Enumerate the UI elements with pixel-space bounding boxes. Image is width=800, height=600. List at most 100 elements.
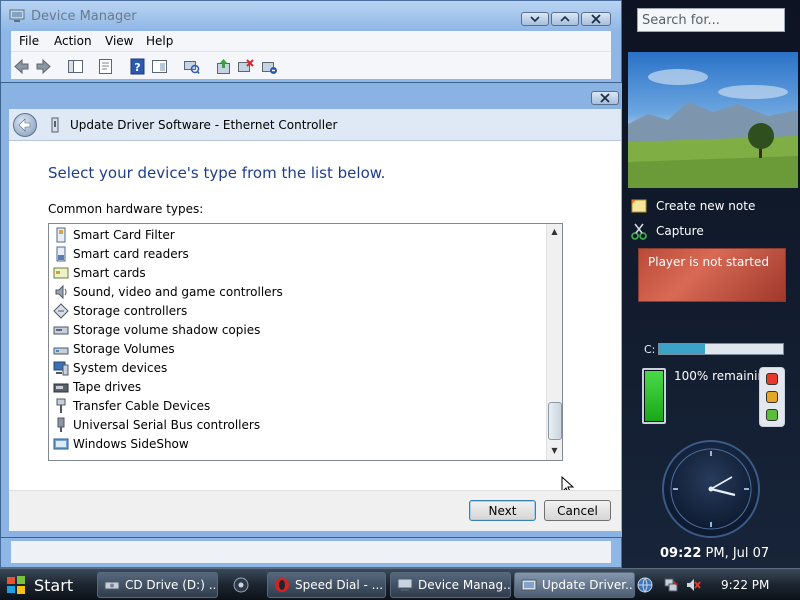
- back-button[interactable]: [13, 113, 37, 137]
- volume-muted-icon[interactable]: [685, 577, 701, 593]
- landscape-image: [628, 69, 798, 188]
- storage-controller-icon: [53, 302, 69, 319]
- list-item[interactable]: Tape drives: [53, 377, 543, 396]
- cd-drive-icon: [104, 581, 120, 590]
- console-tree-icon[interactable]: [67, 58, 84, 75]
- back-arrow-icon[interactable]: [13, 58, 30, 75]
- windows-logo-icon: [7, 576, 25, 594]
- slideshow-photo[interactable]: [628, 52, 798, 188]
- scroll-down-icon[interactable]: ▼: [550, 446, 559, 455]
- update-driver-icon[interactable]: [215, 58, 232, 75]
- scroll-up-icon[interactable]: ▲: [550, 227, 559, 236]
- volume-icon: [53, 347, 69, 354]
- close-icon: [600, 93, 610, 103]
- list-item[interactable]: Storage volume shadow copies: [53, 320, 543, 339]
- minimize-icon: [530, 16, 540, 22]
- dialog-title: Update Driver Software - Ethernet Contro…: [70, 118, 338, 132]
- dialog-heading: Select your device's type from the list …: [48, 164, 386, 182]
- smart-card-icon: [53, 267, 69, 278]
- media-player-gadget[interactable]: Player is not started: [638, 248, 786, 302]
- list-item[interactable]: Smart card readers: [53, 244, 543, 263]
- list-item[interactable]: Smart cards: [53, 263, 543, 282]
- dialog-header: Update Driver Software - Ethernet Contro…: [9, 109, 621, 141]
- dialog-body: Select your device's type from the list …: [9, 141, 621, 531]
- close-icon: [591, 14, 601, 24]
- device-manager-titlebar[interactable]: Device Manager: [1, 1, 621, 31]
- uninstall-icon[interactable]: [237, 58, 254, 75]
- menu-action[interactable]: Action: [54, 34, 92, 48]
- scroll-thumb[interactable]: [548, 402, 562, 440]
- battery-level-fill: [645, 371, 663, 421]
- search-input[interactable]: Search for...: [637, 8, 785, 32]
- note-icon: [631, 199, 647, 213]
- list-item[interactable]: Storage Volumes: [53, 339, 543, 358]
- traffic-light-icon[interactable]: [759, 367, 785, 427]
- smart-card-filter-icon: [56, 227, 66, 242]
- device-manager-icon: [9, 9, 25, 22]
- analog-clock[interactable]: [662, 440, 760, 538]
- scan-hardware-icon[interactable]: [183, 58, 200, 75]
- maximize-icon: [560, 16, 570, 22]
- hardware-types-label: Common hardware types:: [48, 202, 204, 216]
- next-button[interactable]: Next: [469, 500, 536, 521]
- disk-usage-bar: [658, 343, 784, 355]
- battery-icon: [642, 368, 666, 424]
- menu-view[interactable]: View: [105, 34, 133, 48]
- show-hide-icon[interactable]: [151, 58, 168, 75]
- amber-light-icon: [766, 391, 778, 403]
- list-item[interactable]: Transfer Cable Devices: [53, 396, 543, 415]
- update-driver-dialog: Update Driver Software - Ethernet Contro…: [0, 82, 628, 538]
- opera-icon: [275, 578, 289, 592]
- player-status: Player is not started: [648, 255, 769, 269]
- toolbar: ?: [11, 51, 611, 79]
- network-icon[interactable]: [663, 577, 679, 593]
- dialog-footer: Next Cancel: [9, 490, 621, 531]
- create-note-link[interactable]: Create new note: [630, 196, 790, 216]
- hardware-types-list[interactable]: Smart Card Filter Smart card readers Sma…: [48, 223, 563, 461]
- svg-text:?: ?: [134, 61, 140, 74]
- menu-file[interactable]: File: [19, 34, 39, 48]
- list-scrollbar[interactable]: ▲ ▼: [546, 224, 562, 460]
- task-cd-drive[interactable]: CD Drive (D:) ...: [97, 572, 218, 598]
- sideshow-icon: [53, 438, 69, 449]
- list-item[interactable]: System devices: [53, 358, 543, 377]
- taskbar: Start CD Drive (D:) ... Speed Dial - ...…: [0, 568, 800, 600]
- red-light-icon: [766, 373, 778, 385]
- computer-icon: [53, 361, 69, 375]
- properties-icon[interactable]: [97, 58, 114, 75]
- media-icon[interactable]: [232, 576, 250, 594]
- list-item[interactable]: Smart Card Filter: [53, 225, 543, 244]
- start-button[interactable]: Start: [4, 571, 90, 599]
- help-icon[interactable]: ?: [129, 58, 146, 75]
- usb-icon: [57, 417, 65, 432]
- task-update-driver[interactable]: Update Driver...: [514, 572, 635, 598]
- close-button[interactable]: [581, 12, 611, 26]
- capture-link[interactable]: Capture: [630, 221, 790, 241]
- task-device-manager[interactable]: Device Manag...: [390, 572, 511, 598]
- list-item[interactable]: Sound, video and game controllers: [53, 282, 543, 301]
- tape-drive-icon: [53, 383, 69, 392]
- enable-device-icon[interactable]: [261, 58, 278, 75]
- cable-icon: [56, 398, 66, 413]
- globe-icon[interactable]: [637, 577, 653, 593]
- clock-date-time: 09:22 PM, Jul 07: [660, 546, 770, 561]
- sidebar: Search for... Create new note Capture Pl…: [622, 0, 800, 568]
- minimize-button[interactable]: [521, 12, 549, 26]
- back-arrow-icon: [18, 118, 31, 132]
- status-bar: [11, 541, 611, 563]
- menu-bar: File Action View Help: [11, 31, 611, 51]
- maximize-button[interactable]: [551, 12, 579, 26]
- cancel-button[interactable]: Cancel: [544, 500, 611, 521]
- tray-clock[interactable]: 9:22 PM: [721, 578, 769, 592]
- system-tray: 9:22 PM: [633, 571, 800, 599]
- dialog-close-button[interactable]: [591, 91, 619, 105]
- task-speed-dial[interactable]: Speed Dial - ...: [267, 572, 386, 598]
- speaker-icon: [55, 284, 67, 299]
- menu-help[interactable]: Help: [146, 34, 173, 48]
- scissors-icon: [631, 223, 647, 240]
- list-item[interactable]: Universal Serial Bus controllers: [53, 415, 543, 434]
- ethernet-device-icon: [51, 117, 59, 133]
- forward-arrow-icon[interactable]: [35, 58, 52, 75]
- list-item[interactable]: Windows SideShow: [53, 434, 543, 453]
- list-item[interactable]: Storage controllers: [53, 301, 543, 320]
